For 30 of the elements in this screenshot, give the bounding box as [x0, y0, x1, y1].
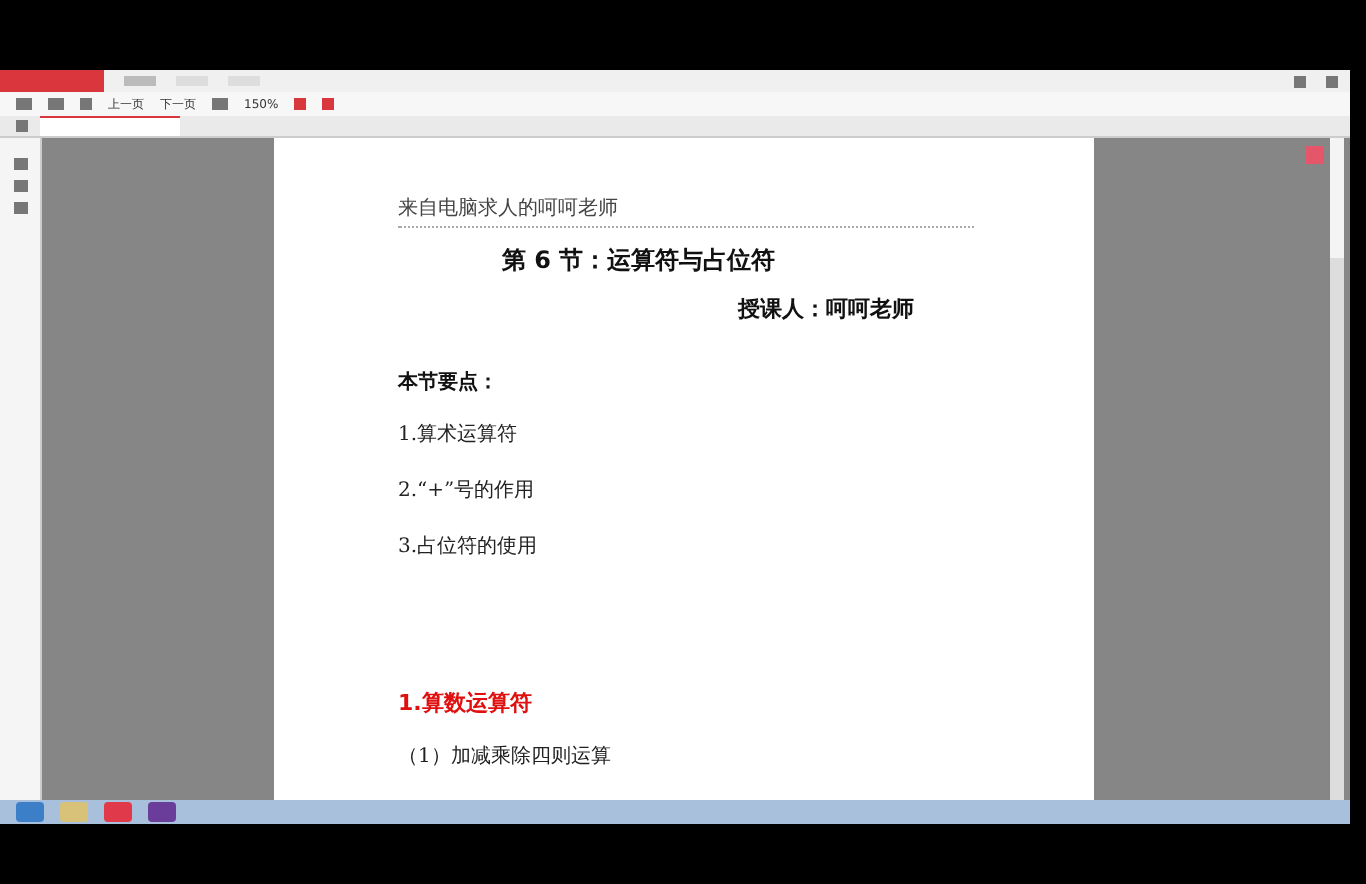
list-item: 3.占位符的使用: [398, 533, 540, 560]
tool-icon[interactable]: [322, 98, 335, 110]
minimize-icon[interactable]: [1294, 75, 1306, 87]
close-icon[interactable]: [1326, 75, 1338, 87]
thumbnail-icon[interactable]: [13, 158, 27, 170]
paragraph: （1）加减乘除四则运算: [398, 743, 613, 770]
app-menu-button[interactable]: [0, 70, 104, 92]
scrollbar[interactable]: [1330, 138, 1344, 800]
start-icon[interactable]: [16, 802, 44, 822]
folder-icon[interactable]: [60, 802, 88, 822]
app-icon[interactable]: [148, 802, 176, 822]
page-header: 来自电脑求人的呵呵老师: [398, 194, 974, 228]
tool-icon[interactable]: [294, 98, 307, 110]
section-heading: 本节要点：: [398, 369, 500, 396]
search-icon[interactable]: [80, 98, 92, 110]
document-title: 第 6 节：运算符与占位符: [502, 244, 778, 278]
document-tab[interactable]: [40, 116, 180, 136]
print-icon[interactable]: [48, 98, 64, 110]
list-item: 1.算术运算符: [398, 421, 520, 448]
nav-icon[interactable]: [16, 120, 28, 132]
comment-icon[interactable]: [13, 202, 27, 214]
subheading: 1.算数运算符: [398, 688, 534, 718]
bookmark-icon[interactable]: [13, 180, 27, 192]
lecturer-line: 授课人：呵呵老师: [738, 294, 916, 324]
badge-icon[interactable]: [1306, 146, 1324, 164]
view-icon[interactable]: [212, 98, 228, 110]
list-item: 2.“+”号的作用: [398, 478, 537, 504]
ribbon-tab[interactable]: [124, 76, 156, 86]
open-icon[interactable]: [16, 98, 32, 110]
app-icon[interactable]: [104, 802, 132, 822]
